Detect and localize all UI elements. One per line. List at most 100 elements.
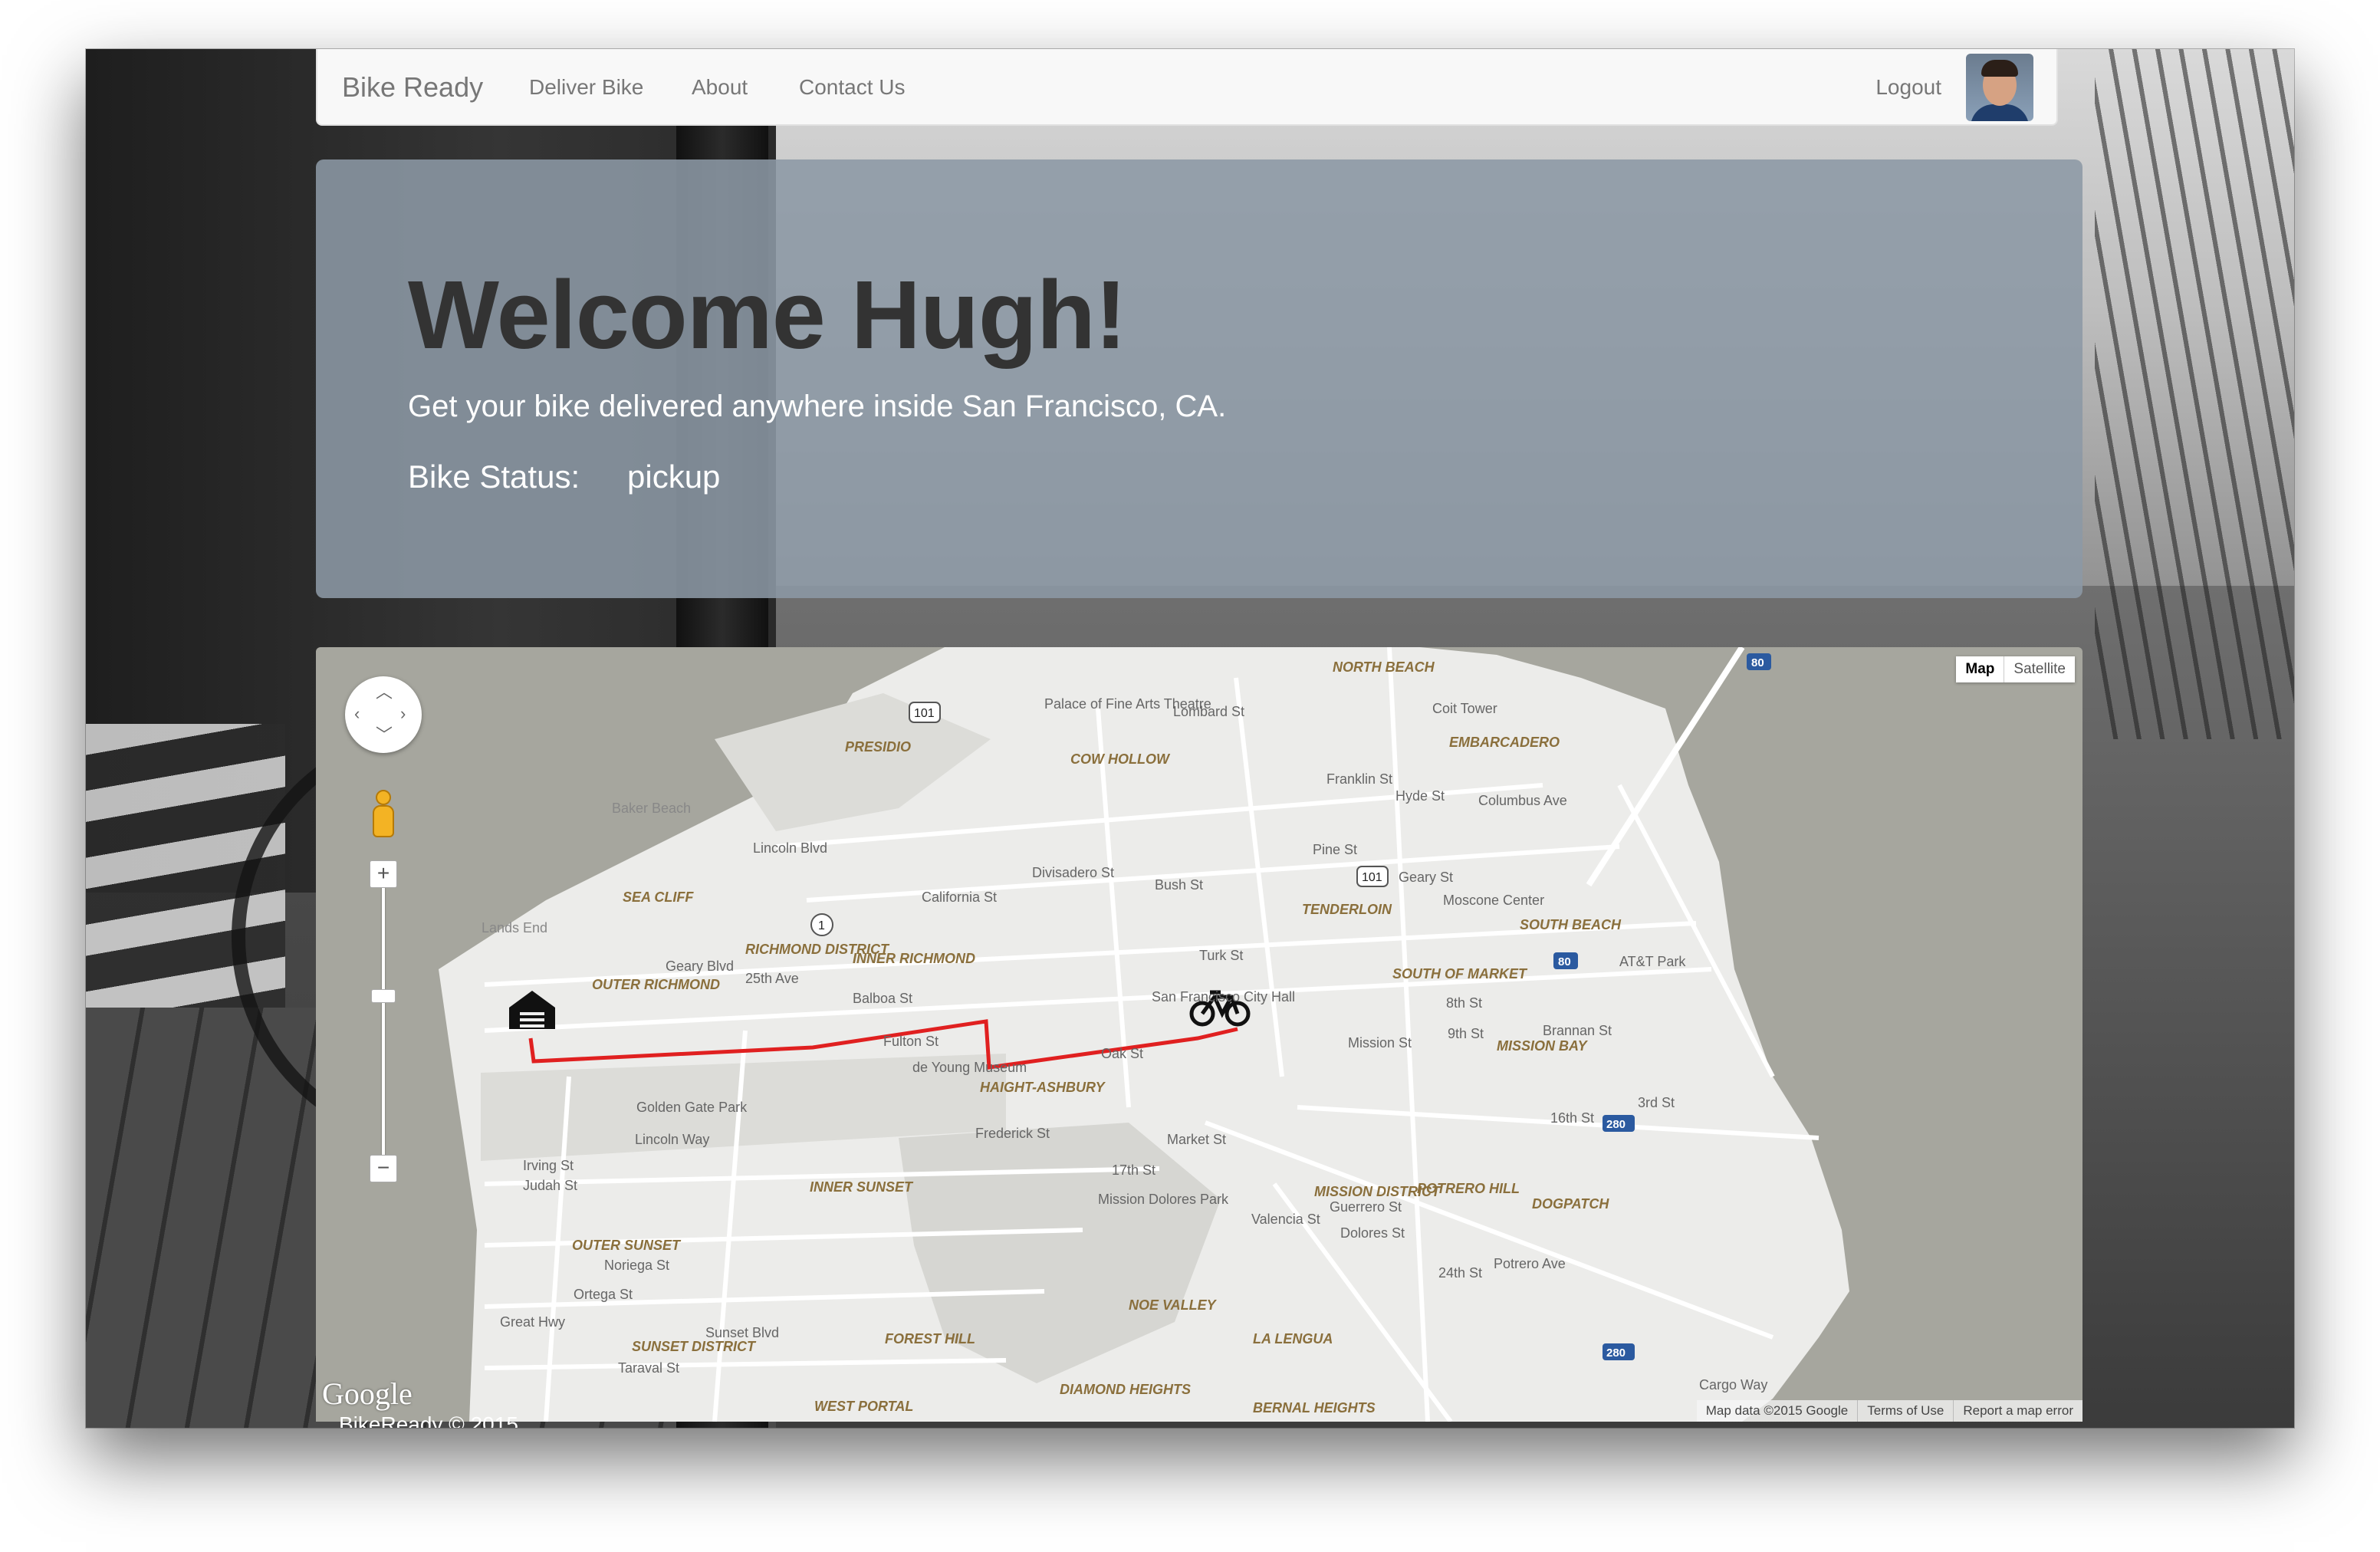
- map-attribution-bar: Map data ©2015 Google Terms of Use Repor…: [1696, 1400, 2082, 1422]
- svg-text:SEA CLIFF: SEA CLIFF: [623, 889, 694, 905]
- svg-text:Brannan St: Brannan St: [1543, 1023, 1612, 1038]
- nav-link-contact-us[interactable]: Contact Us: [799, 49, 906, 126]
- background-photo-tree: [2095, 49, 2294, 739]
- svg-text:17th St: 17th St: [1112, 1162, 1155, 1178]
- google-logo[interactable]: Google: [322, 1376, 413, 1412]
- browser-window: Bike Ready Deliver Bike About Contact Us…: [86, 49, 2294, 1428]
- svg-text:80: 80: [1751, 656, 1764, 669]
- avatar-hair: [1981, 60, 2018, 77]
- svg-text:Balboa St: Balboa St: [853, 991, 912, 1006]
- svg-text:SUNSET DISTRICT: SUNSET DISTRICT: [632, 1339, 757, 1354]
- highway-shield-101: 101: [909, 702, 941, 723]
- svg-text:Dolores St: Dolores St: [1340, 1225, 1405, 1241]
- svg-text:Columbus Ave: Columbus Ave: [1478, 793, 1567, 808]
- map-type-satellite-button[interactable]: Satellite: [2004, 656, 2075, 682]
- svg-text:Bush St: Bush St: [1155, 877, 1203, 893]
- bike-status-label: Bike Status:: [408, 459, 580, 495]
- svg-text:Pine St: Pine St: [1313, 842, 1357, 857]
- welcome-heading: Welcome Hugh!: [408, 261, 1127, 369]
- svg-text:WEST PORTAL: WEST PORTAL: [814, 1399, 913, 1414]
- svg-text:Valencia St: Valencia St: [1251, 1212, 1320, 1227]
- pan-right-icon[interactable]: ›: [400, 705, 406, 722]
- svg-text:SOUTH BEACH: SOUTH BEACH: [1520, 917, 1622, 932]
- terms-of-use-link[interactable]: Terms of Use: [1857, 1400, 1953, 1422]
- svg-text:Palace of Fine Arts Theatre: Palace of Fine Arts Theatre: [1044, 696, 1211, 712]
- svg-text:de Young Museum: de Young Museum: [912, 1060, 1027, 1075]
- logout-link[interactable]: Logout: [1875, 49, 1941, 126]
- svg-text:NOE VALLEY: NOE VALLEY: [1129, 1297, 1218, 1313]
- svg-text:OUTER SUNSET: OUTER SUNSET: [572, 1238, 682, 1253]
- svg-text:BERNAL HEIGHTS: BERNAL HEIGHTS: [1253, 1400, 1376, 1416]
- svg-text:Moscone Center: Moscone Center: [1443, 893, 1544, 908]
- avatar-shirt: [1971, 104, 2029, 121]
- svg-text:24th St: 24th St: [1438, 1265, 1482, 1281]
- highway-shield-80-bridge: 80: [1747, 653, 1771, 670]
- svg-text:Coit Tower: Coit Tower: [1432, 701, 1497, 716]
- svg-text:EMBARCADERO: EMBARCADERO: [1449, 735, 1560, 750]
- svg-text:Sunset Blvd: Sunset Blvd: [705, 1325, 779, 1340]
- avatar[interactable]: [1966, 54, 2033, 121]
- svg-text:101: 101: [914, 707, 935, 720]
- svg-text:HAIGHT-ASHBURY: HAIGHT-ASHBURY: [980, 1080, 1106, 1095]
- svg-text:Mission Dolores Park: Mission Dolores Park: [1098, 1192, 1229, 1207]
- svg-text:Frederick St: Frederick St: [975, 1126, 1050, 1141]
- map-type-map-button[interactable]: Map: [1956, 656, 2005, 682]
- street-view-pegman-icon[interactable]: [370, 790, 397, 837]
- svg-text:PRESIDIO: PRESIDIO: [845, 739, 911, 755]
- svg-text:Irving St: Irving St: [523, 1158, 574, 1173]
- svg-text:DOGPATCH: DOGPATCH: [1532, 1196, 1609, 1212]
- svg-text:OUTER RICHMOND: OUTER RICHMOND: [592, 977, 720, 992]
- map-view[interactable]: NORTH BEACH PRESIDIO COW HOLLOW EMBARCAD…: [316, 647, 2082, 1422]
- pan-left-icon[interactable]: ‹: [354, 705, 360, 722]
- pan-up-icon[interactable]: ︿: [376, 684, 393, 701]
- svg-text:Judah St: Judah St: [523, 1178, 577, 1193]
- svg-text:80: 80: [1558, 955, 1571, 968]
- svg-text:8th St: 8th St: [1446, 995, 1482, 1011]
- welcome-panel: Welcome Hugh! Get your bike delivered an…: [316, 159, 2082, 598]
- zoom-slider[interactable]: + −: [370, 860, 397, 1182]
- svg-text:Great Hwy: Great Hwy: [500, 1314, 565, 1330]
- svg-text:101: 101: [1362, 871, 1382, 884]
- highway-shield-1: 1: [810, 913, 833, 936]
- svg-text:INNER SUNSET: INNER SUNSET: [810, 1179, 914, 1195]
- nav-link-about[interactable]: About: [692, 49, 748, 126]
- svg-text:Lincoln Blvd: Lincoln Blvd: [753, 840, 827, 856]
- svg-text:Geary Blvd: Geary Blvd: [666, 958, 734, 974]
- map-type-control: Map Satellite: [1956, 656, 2075, 682]
- svg-text:Taraval St: Taraval St: [618, 1360, 679, 1376]
- svg-text:16th St: 16th St: [1550, 1110, 1594, 1126]
- svg-text:25th Ave: 25th Ave: [745, 971, 799, 986]
- map-canvas[interactable]: NORTH BEACH PRESIDIO COW HOLLOW EMBARCAD…: [316, 647, 2082, 1422]
- svg-text:280: 280: [1606, 1118, 1626, 1131]
- pan-down-icon[interactable]: ﹀: [376, 727, 393, 744]
- brand-link[interactable]: Bike Ready: [342, 49, 483, 126]
- svg-text:POTRERO HILL: POTRERO HILL: [1417, 1181, 1520, 1196]
- report-map-error-link[interactable]: Report a map error: [1953, 1400, 2082, 1422]
- svg-text:Noriega St: Noriega St: [604, 1258, 669, 1273]
- navbar: Bike Ready Deliver Bike About Contact Us…: [316, 49, 2058, 126]
- map-pan-control[interactable]: ︿ ﹀ ‹ ›: [345, 676, 422, 753]
- highway-shield-280: 280: [1603, 1115, 1635, 1132]
- svg-text:Fulton St: Fulton St: [883, 1034, 939, 1049]
- svg-text:Geary St: Geary St: [1399, 870, 1453, 885]
- svg-text:AT&T Park: AT&T Park: [1619, 954, 1686, 969]
- zoom-out-button[interactable]: −: [370, 1155, 397, 1182]
- svg-text:SOUTH OF MARKET: SOUTH OF MARKET: [1392, 966, 1528, 982]
- svg-text:Turk St: Turk St: [1199, 948, 1243, 963]
- zoom-in-button[interactable]: +: [370, 860, 397, 888]
- svg-text:Hyde St: Hyde St: [1395, 788, 1445, 804]
- svg-text:Baker Beach: Baker Beach: [612, 801, 691, 816]
- svg-text:COW HOLLOW: COW HOLLOW: [1070, 751, 1171, 767]
- svg-text:LA LENGUA: LA LENGUA: [1253, 1331, 1333, 1346]
- svg-text:California St: California St: [922, 889, 997, 905]
- nav-link-deliver-bike[interactable]: Deliver Bike: [529, 49, 643, 126]
- svg-text:Cargo Way: Cargo Way: [1699, 1377, 1767, 1393]
- zoom-slider-handle[interactable]: [371, 989, 396, 1003]
- tagline: Get your bike delivered anywhere inside …: [408, 390, 1227, 423]
- page-footer: BikeReady © 2015: [339, 1412, 518, 1428]
- svg-text:MISSION BAY: MISSION BAY: [1497, 1038, 1589, 1054]
- svg-text:Lands End: Lands End: [482, 920, 547, 935]
- svg-text:Oak St: Oak St: [1101, 1046, 1143, 1061]
- highway-shield-101-south: 101: [1356, 866, 1389, 887]
- svg-text:Lincoln Way: Lincoln Way: [635, 1132, 709, 1147]
